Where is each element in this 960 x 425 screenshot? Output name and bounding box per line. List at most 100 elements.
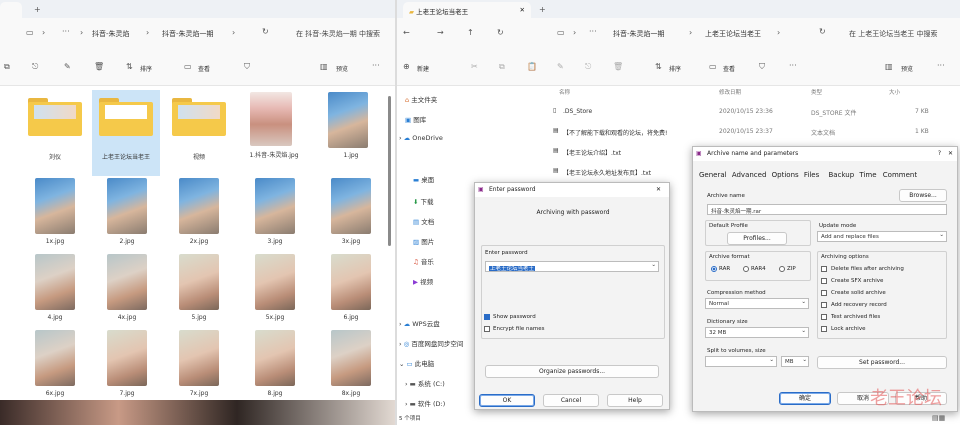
file-item[interactable]: 1.jpg <box>316 90 386 176</box>
file-item[interactable]: 7.jpg <box>92 328 162 400</box>
archive-name-input[interactable]: 抖音-朱灵焰一期.rar <box>707 204 947 215</box>
breadcrumb-item[interactable]: 抖音-朱灵焰一期 <box>162 29 214 39</box>
file-item[interactable]: 1.抖音-朱灵焰.jpg <box>240 90 310 176</box>
radio-zip[interactable] <box>779 266 785 272</box>
sort-icon[interactable]: ⇅ <box>126 62 133 72</box>
profiles-button[interactable]: Profiles... <box>727 232 787 245</box>
help-icon[interactable]: ? <box>938 150 941 157</box>
file-item[interactable]: 2.jpg <box>92 176 162 252</box>
view-toggle-icon[interactable]: ▤▦ <box>932 413 945 423</box>
sort-icon[interactable]: ⇅ <box>655 62 662 72</box>
rename-icon[interactable]: ✎ <box>557 62 564 72</box>
preview-icon[interactable]: ▥ <box>885 62 893 72</box>
file-item-selected[interactable]: 上老王论坛当老王 <box>92 90 160 176</box>
file-item[interactable]: 4x.jpg <box>92 252 162 328</box>
cancel-button[interactable]: Cancel <box>543 394 599 407</box>
table-row[interactable]: ▤ 【老王论坛介绍】.txt <box>551 144 691 160</box>
share-icon[interactable]: ⎋ <box>32 62 38 72</box>
nav-item-this-pc[interactable]: ⌄ ▭ 此电脑 <box>399 358 434 368</box>
help-button[interactable]: Help <box>607 394 663 407</box>
forward-icon[interactable]: → <box>437 28 444 38</box>
tab-files[interactable]: Files <box>804 171 819 179</box>
search-input[interactable]: 在 抖音-朱灵焰一期 中搜索 <box>296 29 395 39</box>
table-row[interactable]: ▯ .DS_Store 2020/10/15 23:36 DS_STORE 文件… <box>551 104 951 120</box>
vertical-scrollbar[interactable] <box>388 96 391 246</box>
file-item[interactable]: 5.jpg <box>164 252 234 328</box>
new-tab-icon[interactable]: + <box>539 5 546 15</box>
set-password-button[interactable]: Set password... <box>817 356 947 369</box>
nav-item-music[interactable]: ♫ 音乐 <box>413 256 434 266</box>
file-item[interactable]: 4.jpg <box>20 252 90 328</box>
column-header-type[interactable]: 类型 <box>811 88 822 96</box>
update-mode-select[interactable]: Add and replace files ⌄ <box>817 231 947 242</box>
table-row[interactable]: ▤ 【老王论坛永久地址发布页】.txt <box>551 164 691 180</box>
password-input[interactable]: 上老王论坛当老王 ⌄ <box>485 261 659 272</box>
view-icon[interactable]: ▭ <box>709 62 717 72</box>
more-icon[interactable]: ··· <box>937 61 945 71</box>
nav-item-drive-c[interactable]: › ▬ 系统 (C:) <box>405 378 445 388</box>
new-icon[interactable]: ⊕ <box>403 62 410 72</box>
more-icon[interactable]: ··· <box>589 27 597 37</box>
breadcrumb-item[interactable]: 上老王论坛当老王 <box>705 29 761 39</box>
close-icon[interactable]: ✕ <box>656 186 661 193</box>
delete-icon[interactable]: 🗑 <box>94 62 104 72</box>
nav-item-documents[interactable]: ▤ 文档 <box>413 216 434 226</box>
browse-button[interactable]: Browse... <box>899 189 947 202</box>
file-item[interactable]: 1x.jpg <box>20 176 90 252</box>
file-item[interactable]: 7x.jpg <box>164 328 234 400</box>
split-unit-select[interactable]: MB ⌄ <box>781 356 809 367</box>
preview-button[interactable]: 预览 <box>336 64 348 73</box>
test-files-checkbox[interactable] <box>821 314 827 320</box>
file-item[interactable]: 3x.jpg <box>316 176 386 252</box>
breadcrumb-item[interactable]: 抖音-朱灵焰一期 <box>613 29 665 39</box>
tab-options[interactable]: Options <box>772 171 799 179</box>
nav-item-desktop[interactable]: ▬ 桌面 <box>413 174 434 184</box>
dictionary-select[interactable]: 32 MB ⌄ <box>705 327 809 338</box>
ok-button[interactable]: 确定 <box>779 392 831 405</box>
sort-button[interactable]: 排序 <box>669 64 681 73</box>
tab-comment[interactable]: Comment <box>883 171 917 179</box>
tab-general[interactable]: General <box>699 171 727 179</box>
encrypt-names-checkbox[interactable] <box>484 326 490 332</box>
radio-rar[interactable] <box>711 266 717 272</box>
copy-icon[interactable]: ⧉ <box>4 62 10 72</box>
tab-backup[interactable]: Backup <box>829 171 855 179</box>
view-button[interactable]: 查看 <box>198 64 210 73</box>
more-icon[interactable]: ··· <box>62 27 70 37</box>
file-item[interactable]: 3.jpg <box>240 176 310 252</box>
nav-item-drive-d[interactable]: › ▬ 软件 (D:) <box>405 398 445 408</box>
breadcrumb-item[interactable]: 抖音-朱灵焰 <box>92 29 130 39</box>
nav-item-videos[interactable]: ▶ 视频 <box>413 276 433 286</box>
file-item[interactable]: 6x.jpg <box>20 328 90 400</box>
refresh-icon[interactable]: ↻ <box>819 27 826 37</box>
file-item[interactable]: 2x.jpg <box>164 176 234 252</box>
view-button[interactable]: 查看 <box>723 64 735 73</box>
search-input[interactable]: 在 上老王论坛当老王 中搜索 <box>849 29 960 39</box>
nav-item-pictures[interactable]: ▨ 图片 <box>413 236 434 246</box>
filter-icon[interactable]: ⛉ <box>244 62 250 72</box>
paste-icon[interactable]: 📋 <box>527 62 537 72</box>
nav-item-baidu[interactable]: › ◎ 百度网盘同步空间 <box>399 338 463 348</box>
new-tab-icon[interactable]: + <box>34 5 41 15</box>
copy-icon[interactable]: ⧉ <box>499 62 505 72</box>
nav-item-onedrive[interactable]: › ☁ OneDrive <box>399 134 443 142</box>
refresh-icon[interactable]: ↻ <box>262 27 269 37</box>
column-header-size[interactable]: 大小 <box>889 88 900 96</box>
tab-time[interactable]: Time <box>859 171 876 179</box>
nav-item-home[interactable]: ⌂ 主文件夹 <box>405 94 437 104</box>
preview-icon[interactable]: ▥ <box>320 62 328 72</box>
file-item[interactable]: 刘仪 <box>20 92 90 168</box>
create-solid-checkbox[interactable] <box>821 290 827 296</box>
rename-icon[interactable]: ✎ <box>64 62 71 72</box>
refresh-icon[interactable]: ↻ <box>497 28 504 38</box>
more-icon[interactable]: ··· <box>789 61 797 71</box>
delete-files-checkbox[interactable] <box>821 266 827 272</box>
organize-passwords-button[interactable]: Organize passwords... <box>485 365 659 378</box>
file-item[interactable]: 6.jpg <box>316 252 386 328</box>
cut-icon[interactable]: ✂ <box>471 62 478 72</box>
compression-select[interactable]: Normal ⌄ <box>705 298 809 309</box>
filter-icon[interactable]: ⛉ <box>759 62 765 72</box>
left-tab[interactable] <box>0 2 22 18</box>
split-size-input[interactable]: ⌄ <box>705 356 777 367</box>
close-icon[interactable]: ✕ <box>520 6 525 14</box>
